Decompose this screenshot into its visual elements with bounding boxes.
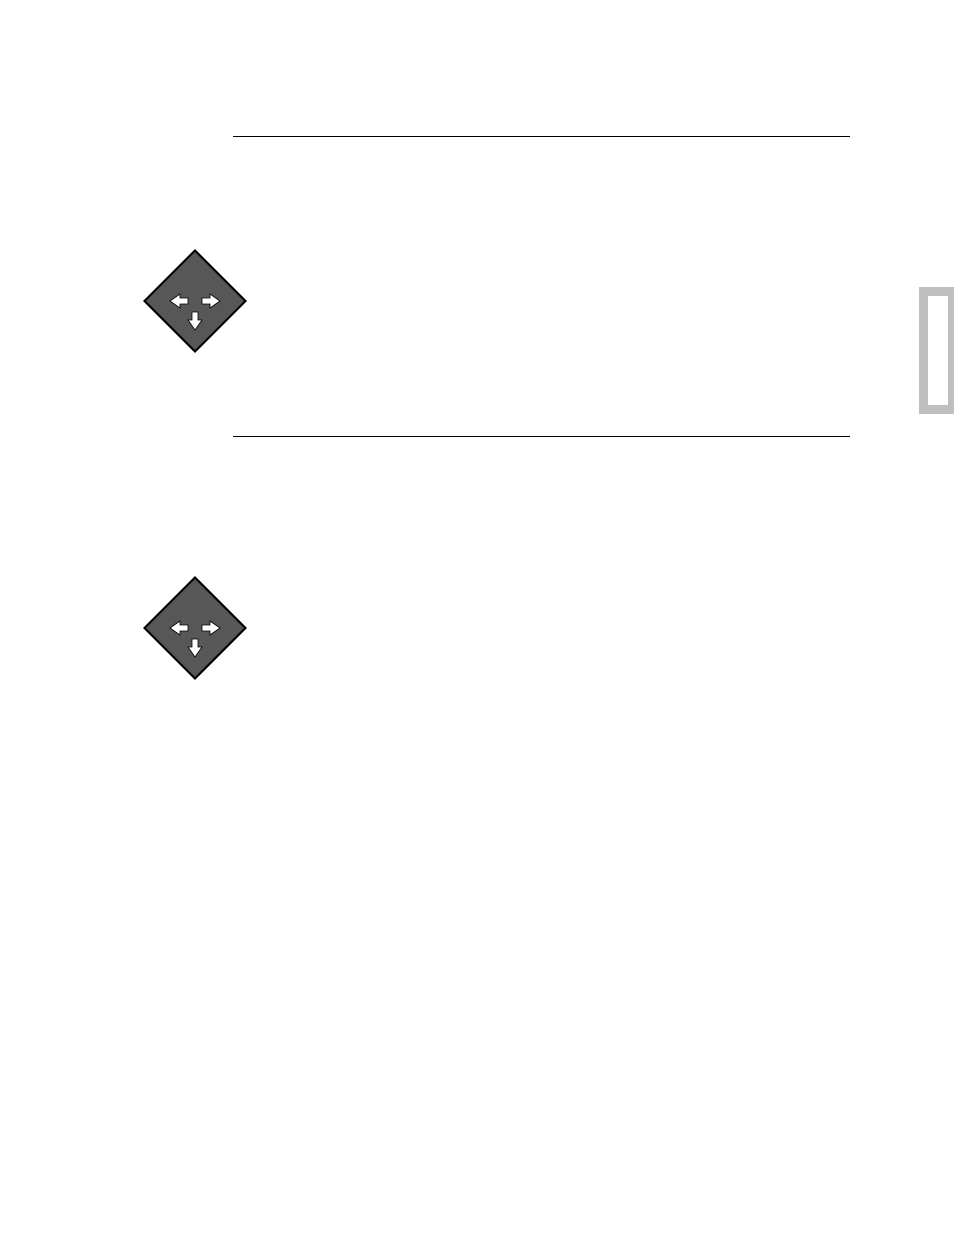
side-tab [919,287,954,414]
navigation-diamond-icon [143,576,223,656]
side-tab-inner [928,296,948,405]
navigation-diamond-icon [143,249,223,329]
section-divider [233,436,850,437]
section-divider [233,136,850,137]
